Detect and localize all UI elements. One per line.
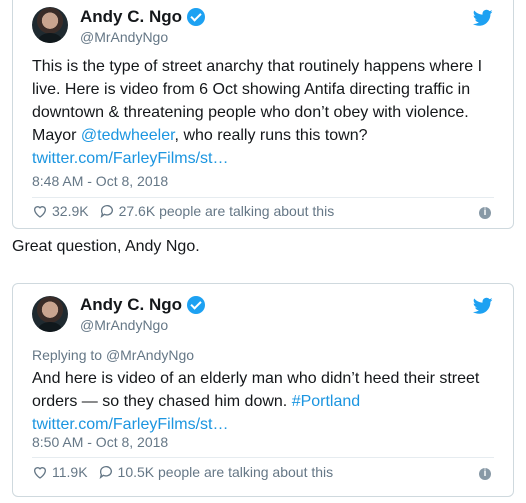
verified-badge-icon bbox=[187, 8, 205, 26]
info-icon[interactable]: i bbox=[479, 207, 491, 219]
timestamp[interactable]: 8:50 AM - Oct 8, 2018 bbox=[32, 434, 168, 450]
tweet-text-part: And here is video of an elderly man who … bbox=[32, 370, 480, 410]
tweet-card-1[interactable]: Andy C. Ngo @MrAndyNgo This is the type … bbox=[12, 0, 514, 229]
twitter-bird-icon[interactable] bbox=[473, 297, 493, 315]
divider bbox=[32, 457, 494, 458]
divider bbox=[32, 197, 494, 198]
tweet-actions: 32.9K 27.6K people are talking about thi… bbox=[32, 203, 334, 219]
reply-to-link[interactable]: @MrAndyNgo bbox=[106, 347, 194, 363]
author-name[interactable]: Andy C. Ngo bbox=[80, 7, 182, 27]
reply-prefix: Replying to bbox=[32, 347, 106, 363]
heart-icon[interactable] bbox=[32, 464, 48, 480]
tweet-link[interactable]: twitter.com/FarleyFilms/st… bbox=[32, 416, 228, 433]
comment-icon[interactable] bbox=[99, 203, 115, 219]
tweet-actions: 11.9K 10.5K people are talking about thi… bbox=[32, 464, 333, 480]
hashtag-link[interactable]: #Portland bbox=[292, 393, 361, 410]
twitter-bird-icon[interactable] bbox=[473, 9, 493, 27]
like-count[interactable]: 32.9K bbox=[52, 203, 89, 219]
heart-icon[interactable] bbox=[32, 203, 48, 219]
author-name[interactable]: Andy C. Ngo bbox=[80, 295, 182, 315]
avatar[interactable] bbox=[32, 296, 68, 332]
avatar[interactable] bbox=[32, 7, 68, 43]
author-handle[interactable]: @MrAndyNgo bbox=[80, 317, 168, 333]
tweet-text-part: , who really runs this town? bbox=[174, 127, 368, 144]
author-handle[interactable]: @MrAndyNgo bbox=[80, 29, 168, 45]
verified-badge-icon bbox=[187, 296, 205, 314]
comment-icon[interactable] bbox=[98, 464, 114, 480]
caption-text: Great question, Andy Ngo. bbox=[12, 238, 200, 255]
tweet-text: And here is video of an elderly man who … bbox=[32, 367, 502, 436]
tweet-link[interactable]: twitter.com/FarleyFilms/st… bbox=[32, 150, 228, 167]
like-count[interactable]: 11.9K bbox=[52, 464, 88, 480]
mention-link[interactable]: @tedwheeler bbox=[81, 127, 175, 144]
talking-count[interactable]: 10.5K people are talking about this bbox=[118, 464, 334, 480]
replying-to: Replying to @MrAndyNgo bbox=[32, 347, 194, 363]
talking-count[interactable]: 27.6K people are talking about this bbox=[119, 203, 335, 219]
tweet-text: This is the type of street anarchy that … bbox=[32, 55, 502, 170]
timestamp[interactable]: 8:48 AM - Oct 8, 2018 bbox=[32, 173, 168, 189]
tweet-card-2[interactable]: Andy C. Ngo @MrAndyNgo Replying to @MrAn… bbox=[12, 283, 514, 497]
info-icon[interactable]: i bbox=[479, 468, 491, 480]
